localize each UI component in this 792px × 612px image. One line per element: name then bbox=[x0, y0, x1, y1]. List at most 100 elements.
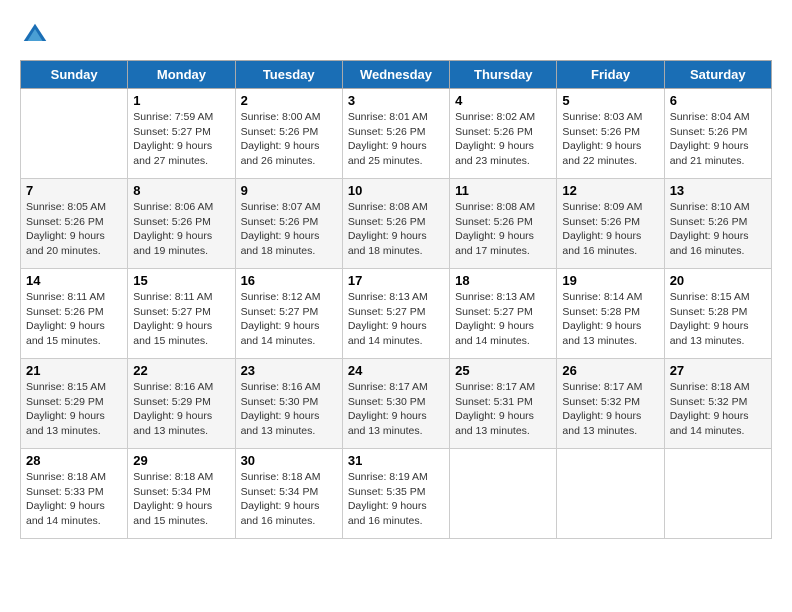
day-header-friday: Friday bbox=[557, 61, 664, 89]
cell-date-number: 29 bbox=[133, 453, 229, 468]
cell-info: Sunrise: 8:13 AMSunset: 5:27 PMDaylight:… bbox=[348, 290, 444, 349]
calendar-cell: 1Sunrise: 7:59 AMSunset: 5:27 PMDaylight… bbox=[128, 89, 235, 179]
cell-date-number: 19 bbox=[562, 273, 658, 288]
cell-date-number: 5 bbox=[562, 93, 658, 108]
cell-date-number: 30 bbox=[241, 453, 337, 468]
logo-icon bbox=[20, 20, 50, 50]
cell-date-number: 3 bbox=[348, 93, 444, 108]
day-header-sunday: Sunday bbox=[21, 61, 128, 89]
cell-info: Sunrise: 8:04 AMSunset: 5:26 PMDaylight:… bbox=[670, 110, 766, 169]
cell-info: Sunrise: 8:15 AMSunset: 5:28 PMDaylight:… bbox=[670, 290, 766, 349]
cell-info: Sunrise: 8:18 AMSunset: 5:34 PMDaylight:… bbox=[241, 470, 337, 529]
cell-info: Sunrise: 8:11 AMSunset: 5:26 PMDaylight:… bbox=[26, 290, 122, 349]
cell-date-number: 15 bbox=[133, 273, 229, 288]
cell-date-number: 10 bbox=[348, 183, 444, 198]
calendar-cell: 16 Sunrise: 8:12 AMSunset: 5:27 PMDayligh… bbox=[235, 269, 342, 359]
cell-date-number: 4 bbox=[455, 93, 551, 108]
calendar-cell: 31Sunrise: 8:19 AMSunset: 5:35 PMDayligh… bbox=[342, 449, 449, 539]
calendar-cell: 2 Sunrise: 8:00 AMSunset: 5:26 PMDaylight… bbox=[235, 89, 342, 179]
calendar-header-row: SundayMondayTuesdayWednesdayThursdayFrid… bbox=[21, 61, 772, 89]
calendar-cell: 7Sunrise: 8:05 AMSunset: 5:26 PMDaylight… bbox=[21, 179, 128, 269]
cell-date-number: 22 bbox=[133, 363, 229, 378]
cell-info: Sunrise: 8:11 AMSunset: 5:27 PMDaylight:… bbox=[133, 290, 229, 349]
calendar-cell: 13 Sunrise: 8:10 AMSunset: 5:26 PMDayligh… bbox=[664, 179, 771, 269]
cell-info: Sunrise: 8:12 AMSunset: 5:27 PMDaylight:… bbox=[241, 290, 337, 349]
cell-info: Sunrise: 8:18 AMSunset: 5:32 PMDaylight:… bbox=[670, 380, 766, 439]
cell-info: Sunrise: 8:18 AMSunset: 5:34 PMDaylight:… bbox=[133, 470, 229, 529]
calendar-cell: 30 Sunrise: 8:18 AMSunset: 5:34 PMDayligh… bbox=[235, 449, 342, 539]
cell-info: Sunrise: 8:00 AMSunset: 5:26 PMDaylight:… bbox=[241, 110, 337, 169]
day-header-tuesday: Tuesday bbox=[235, 61, 342, 89]
calendar-cell bbox=[21, 89, 128, 179]
cell-info: Sunrise: 8:06 AMSunset: 5:26 PMDaylight:… bbox=[133, 200, 229, 259]
calendar-cell: 23 Sunrise: 8:16 AMSunset: 5:30 PMDayligh… bbox=[235, 359, 342, 449]
cell-info: Sunrise: 8:17 AMSunset: 5:32 PMDaylight:… bbox=[562, 380, 658, 439]
calendar-cell: 26 Sunrise: 8:17 AMSunset: 5:32 PMDayligh… bbox=[557, 359, 664, 449]
calendar-cell: 6 Sunrise: 8:04 AMSunset: 5:26 PMDaylight… bbox=[664, 89, 771, 179]
cell-date-number: 18 bbox=[455, 273, 551, 288]
day-header-thursday: Thursday bbox=[450, 61, 557, 89]
cell-info: Sunrise: 8:02 AMSunset: 5:26 PMDaylight:… bbox=[455, 110, 551, 169]
calendar-week-row: 1Sunrise: 7:59 AMSunset: 5:27 PMDaylight… bbox=[21, 89, 772, 179]
calendar-cell: 29 Sunrise: 8:18 AMSunset: 5:34 PMDayligh… bbox=[128, 449, 235, 539]
cell-info: Sunrise: 8:19 AMSunset: 5:35 PMDaylight:… bbox=[348, 470, 444, 529]
cell-date-number: 17 bbox=[348, 273, 444, 288]
calendar-cell: 14 Sunrise: 8:11 AMSunset: 5:26 PMDayligh… bbox=[21, 269, 128, 359]
cell-info: Sunrise: 8:16 AMSunset: 5:30 PMDaylight:… bbox=[241, 380, 337, 439]
day-header-wednesday: Wednesday bbox=[342, 61, 449, 89]
calendar-cell: 24 Sunrise: 8:17 AMSunset: 5:30 PMDayligh… bbox=[342, 359, 449, 449]
calendar-cell bbox=[450, 449, 557, 539]
calendar-cell: 3 Sunrise: 8:01 AMSunset: 5:26 PMDaylight… bbox=[342, 89, 449, 179]
cell-date-number: 20 bbox=[670, 273, 766, 288]
cell-date-number: 21 bbox=[26, 363, 122, 378]
calendar-cell: 27 Sunrise: 8:18 AMSunset: 5:32 PMDayligh… bbox=[664, 359, 771, 449]
calendar-week-row: 21 Sunrise: 8:15 AMSunset: 5:29 PMDayligh… bbox=[21, 359, 772, 449]
calendar-cell: 20 Sunrise: 8:15 AMSunset: 5:28 PMDayligh… bbox=[664, 269, 771, 359]
header bbox=[20, 20, 772, 50]
calendar-cell bbox=[664, 449, 771, 539]
cell-date-number: 28 bbox=[26, 453, 122, 468]
calendar-cell: 4 Sunrise: 8:02 AMSunset: 5:26 PMDaylight… bbox=[450, 89, 557, 179]
calendar-body: 1Sunrise: 7:59 AMSunset: 5:27 PMDaylight… bbox=[21, 89, 772, 539]
calendar-week-row: 14 Sunrise: 8:11 AMSunset: 5:26 PMDayligh… bbox=[21, 269, 772, 359]
calendar-cell: 10 Sunrise: 8:08 AMSunset: 5:26 PMDayligh… bbox=[342, 179, 449, 269]
cell-date-number: 27 bbox=[670, 363, 766, 378]
calendar-table: SundayMondayTuesdayWednesdayThursdayFrid… bbox=[20, 60, 772, 539]
calendar-cell: 22 Sunrise: 8:16 AMSunset: 5:29 PMDayligh… bbox=[128, 359, 235, 449]
day-header-saturday: Saturday bbox=[664, 61, 771, 89]
calendar-cell: 17 Sunrise: 8:13 AMSunset: 5:27 PMDayligh… bbox=[342, 269, 449, 359]
cell-date-number: 23 bbox=[241, 363, 337, 378]
cell-info: Sunrise: 8:17 AMSunset: 5:31 PMDaylight:… bbox=[455, 380, 551, 439]
cell-info: Sunrise: 8:14 AMSunset: 5:28 PMDaylight:… bbox=[562, 290, 658, 349]
calendar-cell: 21 Sunrise: 8:15 AMSunset: 5:29 PMDayligh… bbox=[21, 359, 128, 449]
calendar-week-row: 28Sunrise: 8:18 AMSunset: 5:33 PMDayligh… bbox=[21, 449, 772, 539]
cell-info: Sunrise: 8:16 AMSunset: 5:29 PMDaylight:… bbox=[133, 380, 229, 439]
cell-info: Sunrise: 8:01 AMSunset: 5:26 PMDaylight:… bbox=[348, 110, 444, 169]
cell-info: Sunrise: 8:15 AMSunset: 5:29 PMDaylight:… bbox=[26, 380, 122, 439]
cell-date-number: 24 bbox=[348, 363, 444, 378]
cell-date-number: 13 bbox=[670, 183, 766, 198]
cell-date-number: 6 bbox=[670, 93, 766, 108]
cell-info: Sunrise: 8:08 AMSunset: 5:26 PMDaylight:… bbox=[348, 200, 444, 259]
cell-date-number: 7 bbox=[26, 183, 122, 198]
calendar-cell: 8 Sunrise: 8:06 AMSunset: 5:26 PMDaylight… bbox=[128, 179, 235, 269]
cell-info: Sunrise: 8:17 AMSunset: 5:30 PMDaylight:… bbox=[348, 380, 444, 439]
calendar-cell: 12Sunrise: 8:09 AMSunset: 5:26 PMDayligh… bbox=[557, 179, 664, 269]
cell-info: Sunrise: 8:10 AMSunset: 5:26 PMDaylight:… bbox=[670, 200, 766, 259]
cell-date-number: 8 bbox=[133, 183, 229, 198]
cell-info: Sunrise: 8:08 AMSunset: 5:26 PMDaylight:… bbox=[455, 200, 551, 259]
cell-date-number: 26 bbox=[562, 363, 658, 378]
calendar-cell: 25Sunrise: 8:17 AMSunset: 5:31 PMDayligh… bbox=[450, 359, 557, 449]
calendar-cell: 9Sunrise: 8:07 AMSunset: 5:26 PMDaylight… bbox=[235, 179, 342, 269]
cell-date-number: 2 bbox=[241, 93, 337, 108]
cell-date-number: 14 bbox=[26, 273, 122, 288]
calendar-cell: 15 Sunrise: 8:11 AMSunset: 5:27 PMDayligh… bbox=[128, 269, 235, 359]
cell-date-number: 16 bbox=[241, 273, 337, 288]
logo bbox=[20, 20, 54, 50]
calendar-cell: 19 Sunrise: 8:14 AMSunset: 5:28 PMDayligh… bbox=[557, 269, 664, 359]
calendar-week-row: 7Sunrise: 8:05 AMSunset: 5:26 PMDaylight… bbox=[21, 179, 772, 269]
cell-info: Sunrise: 8:09 AMSunset: 5:26 PMDaylight:… bbox=[562, 200, 658, 259]
cell-date-number: 9 bbox=[241, 183, 337, 198]
calendar-cell bbox=[557, 449, 664, 539]
calendar-cell: 5Sunrise: 8:03 AMSunset: 5:26 PMDaylight… bbox=[557, 89, 664, 179]
